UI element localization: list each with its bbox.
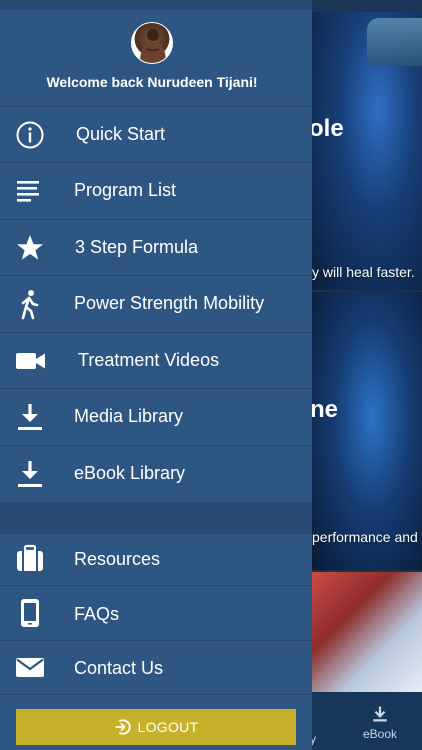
menu-item-label: 3 Step Formula [75,237,199,257]
drawer-top-strip [0,0,312,10]
menu-item-label: Contact Us [74,658,164,678]
background-top-bar [312,0,422,12]
list-icon [14,175,46,207]
program-card-title: ne [312,396,339,423]
program-card-text: performance and [312,529,418,545]
menu-item-contact-us[interactable]: Contact Us [0,640,312,696]
menu-item-faqs[interactable]: FAQs [0,585,312,641]
program-card-title: ole [312,115,344,142]
menu-section-divider [0,502,312,534]
download-icon [373,706,387,722]
logout-button[interactable]: LOGOUT [16,709,296,745]
walking-icon [14,288,46,320]
menu-item-media-library[interactable]: Media Library [0,388,312,444]
bottom-nav: y eBook [310,692,422,750]
sign-out-icon [114,719,131,735]
weight-plate-image [367,18,422,66]
logout-section: LOGOUT [0,694,312,750]
menu-item-label: Quick Start [76,124,166,144]
envelope-icon [14,651,46,683]
menu-item-ebook-library[interactable]: eBook Library [0,445,312,501]
menu-item-label: Resources [74,549,161,569]
star-icon [14,232,46,264]
program-card-3[interactable] [312,572,422,692]
logout-label: LOGOUT [137,719,199,735]
menu-item-resources[interactable]: Resources [0,534,312,590]
menu-item-label: eBook Library [74,463,186,483]
menu-item-3-step-formula[interactable]: 3 Step Formula [0,219,312,275]
menu-item-power-strength-mobility[interactable]: Power Strength Mobility [0,275,312,331]
menu-item-label: FAQs [74,604,120,624]
info-icon [14,119,46,151]
mobile-phone-icon [14,597,46,629]
download-icon [14,458,46,490]
navigation-drawer: Welcome back Nurudeen Tijani! Quick Star… [0,0,312,750]
menu-item-label: Power Strength Mobility [74,293,265,313]
video-camera-icon [14,345,46,377]
avatar[interactable] [131,22,173,64]
menu-item-treatment-videos[interactable]: Treatment Videos [0,332,312,388]
program-card-2[interactable]: ne performance and [312,292,422,570]
download-icon [14,401,46,433]
welcome-message: Welcome back Nurudeen Tijani! [46,74,258,90]
profile-header: Welcome back Nurudeen Tijani! [0,10,312,106]
menu-item-label: Media Library [74,406,184,426]
program-card-1[interactable]: ole y will heal faster. [312,12,422,290]
menu-item-quick-start[interactable]: Quick Start [0,106,312,162]
menu-item-label: Treatment Videos [78,350,220,370]
bottom-nav-ebook[interactable]: eBook [357,705,403,741]
menu-item-program-list[interactable]: Program List [0,162,312,218]
menu-item-label: Program List [74,180,177,200]
program-card-text: y will heal faster. [312,264,415,280]
briefcase-icon [14,543,46,575]
bottom-nav-ebook-label: eBook [362,727,398,741]
